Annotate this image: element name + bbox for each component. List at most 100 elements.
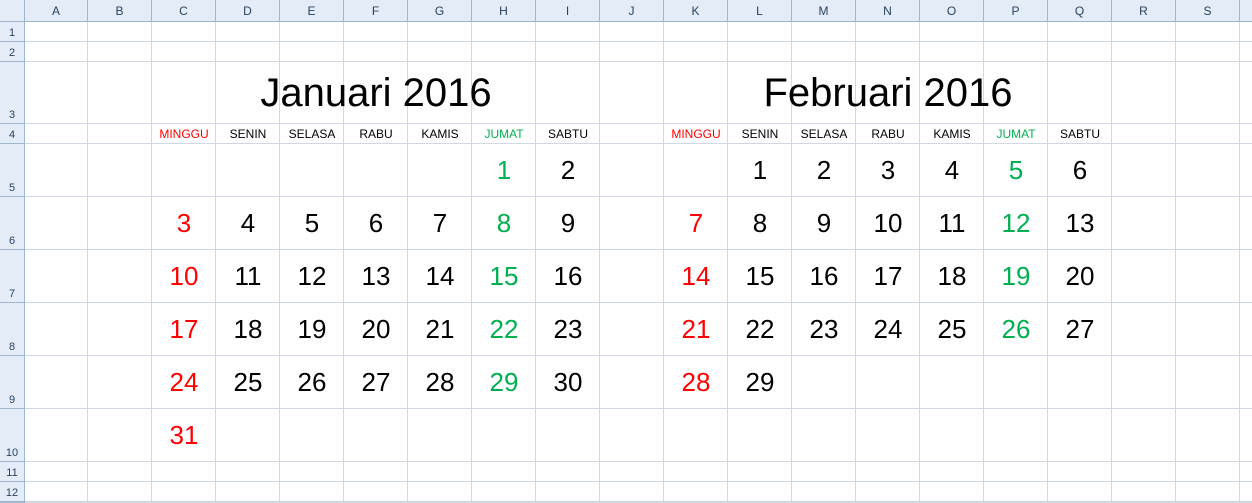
grid-cell[interactable] [664,482,728,502]
grid-cell[interactable] [1112,303,1176,356]
row-header[interactable]: 7 [0,250,25,303]
grid-cell[interactable] [25,42,88,62]
date-cell[interactable]: 16 [536,250,600,303]
date-cell[interactable]: 2 [536,144,600,197]
grid-cell[interactable] [984,42,1048,62]
grid-cell[interactable] [1240,409,1252,462]
grid-cell[interactable] [1240,356,1252,409]
grid-cell[interactable] [88,144,152,197]
grid-cell[interactable] [792,356,856,409]
grid-cell[interactable] [88,356,152,409]
grid-cell[interactable] [1048,42,1112,62]
grid-cell[interactable] [280,462,344,482]
date-cell[interactable]: 10 [856,197,920,250]
row-header[interactable]: 9 [0,356,25,409]
date-cell[interactable]: 15 [728,250,792,303]
row-header[interactable]: 6 [0,197,25,250]
grid-cell[interactable] [472,462,536,482]
date-cell[interactable]: 23 [536,303,600,356]
grid-cell[interactable] [344,482,408,502]
date-cell[interactable]: 3 [856,144,920,197]
grid-cell[interactable] [600,22,664,42]
date-cell[interactable]: 5 [984,144,1048,197]
date-cell[interactable]: 20 [1048,250,1112,303]
grid-cell[interactable] [472,42,536,62]
grid-cell[interactable] [1240,462,1252,482]
column-header[interactable]: C [152,0,216,22]
grid-cell[interactable] [792,22,856,42]
grid-cell[interactable] [600,197,664,250]
grid-cell[interactable] [1240,250,1252,303]
grid-cell[interactable] [216,482,280,502]
row-header[interactable]: 11 [0,462,25,482]
grid-cell[interactable] [216,462,280,482]
date-cell[interactable]: 18 [920,250,984,303]
grid-cell[interactable] [984,356,1048,409]
grid-cell[interactable] [472,409,536,462]
date-cell[interactable]: 26 [984,303,1048,356]
column-header[interactable]: G [408,0,472,22]
grid-cell[interactable] [1240,303,1252,356]
date-cell[interactable]: 29 [472,356,536,409]
grid-cell[interactable] [344,42,408,62]
date-cell[interactable]: 29 [728,356,792,409]
row-header[interactable]: 5 [0,144,25,197]
row-header[interactable]: 8 [0,303,25,356]
date-cell[interactable]: 12 [984,197,1048,250]
grid-cell[interactable] [984,409,1048,462]
grid-cell[interactable] [664,409,728,462]
grid-cell[interactable] [664,462,728,482]
row-header[interactable]: 4 [0,124,25,144]
date-cell[interactable]: 22 [472,303,536,356]
grid-cell[interactable] [728,42,792,62]
column-header[interactable]: Q [1048,0,1112,22]
grid-cell[interactable] [1240,22,1252,42]
grid-cell[interactable] [1176,250,1240,303]
date-cell[interactable]: 27 [1048,303,1112,356]
grid-cell[interactable] [1112,144,1176,197]
grid-cell[interactable] [1112,124,1176,144]
date-cell[interactable]: 24 [856,303,920,356]
date-cell[interactable]: 17 [856,250,920,303]
grid-cell[interactable] [856,42,920,62]
date-cell[interactable]: 1 [472,144,536,197]
grid-cell[interactable] [1048,22,1112,42]
grid-cell[interactable] [1112,462,1176,482]
grid-cell[interactable] [600,356,664,409]
grid-cell[interactable] [1176,482,1240,502]
grid-cell[interactable] [280,409,344,462]
grid-cell[interactable] [280,42,344,62]
grid-cell[interactable] [600,62,664,124]
row-header[interactable]: 2 [0,42,25,62]
grid-cell[interactable] [984,22,1048,42]
row-header[interactable]: 3 [0,62,25,124]
grid-cell[interactable] [536,409,600,462]
grid-cell[interactable] [600,250,664,303]
grid-cell[interactable] [856,409,920,462]
column-header[interactable]: M [792,0,856,22]
grid-cell[interactable] [728,462,792,482]
date-cell[interactable]: 21 [664,303,728,356]
date-cell[interactable]: 22 [728,303,792,356]
grid-cell[interactable] [600,482,664,502]
column-header[interactable]: H [472,0,536,22]
grid-cell[interactable] [280,144,344,197]
row-header[interactable]: 10 [0,409,25,462]
grid-cell[interactable] [536,22,600,42]
date-cell[interactable]: 10 [152,250,216,303]
date-cell[interactable]: 2 [792,144,856,197]
date-cell[interactable]: 15 [472,250,536,303]
date-cell[interactable]: 1 [728,144,792,197]
grid-cell[interactable] [88,462,152,482]
date-cell[interactable]: 12 [280,250,344,303]
date-cell[interactable]: 5 [280,197,344,250]
column-header[interactable]: I [536,0,600,22]
grid-cell[interactable] [1240,62,1252,124]
grid-cell[interactable] [1240,144,1252,197]
column-header[interactable]: E [280,0,344,22]
grid-cell[interactable] [1240,124,1252,144]
grid-cell[interactable] [88,22,152,42]
grid-cell[interactable] [792,42,856,62]
date-cell[interactable]: 19 [984,250,1048,303]
grid-cell[interactable] [280,482,344,502]
